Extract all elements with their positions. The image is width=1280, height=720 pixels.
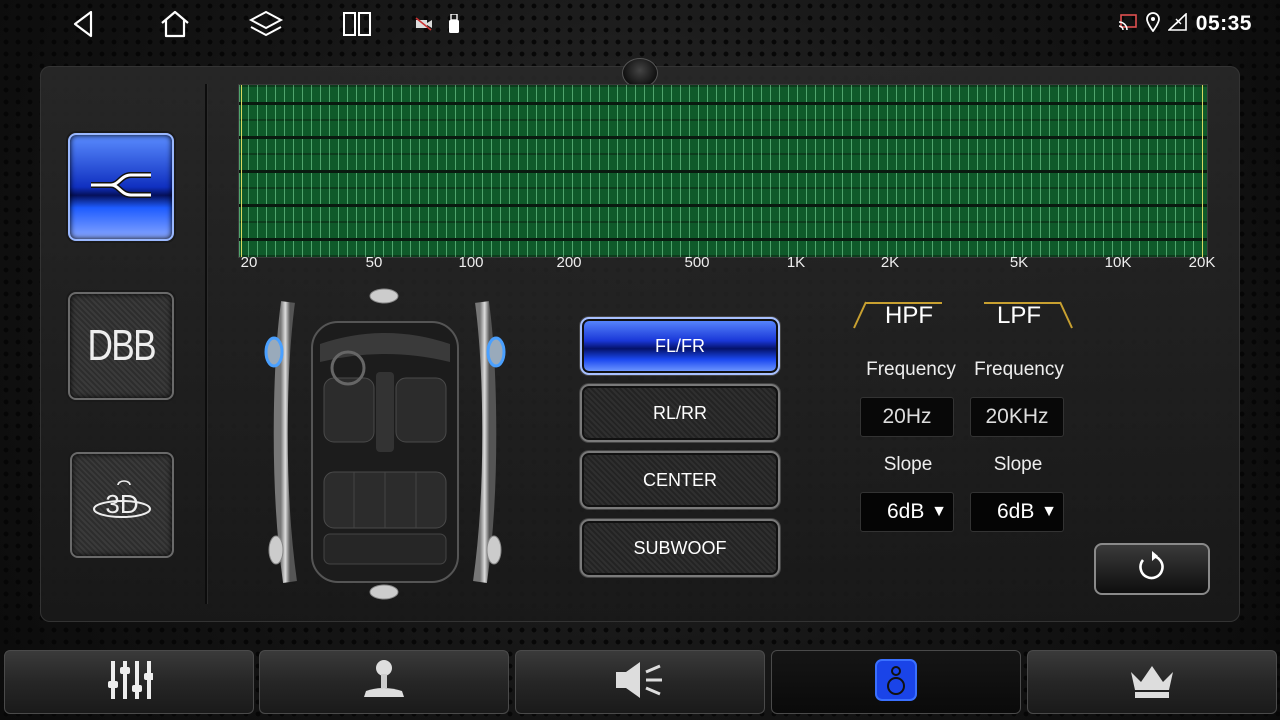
- equalizer-sliders-icon: [105, 659, 154, 706]
- hpf-marker-line: [241, 85, 242, 257]
- home-icon[interactable]: [153, 6, 197, 42]
- graph-gridline: [239, 102, 1207, 105]
- hpf-frequency-value[interactable]: 20Hz: [860, 397, 954, 437]
- crossover-icon: [89, 165, 153, 210]
- graph-gridline: [239, 204, 1207, 207]
- graph-gridline: [239, 170, 1207, 173]
- reset-button[interactable]: [1094, 543, 1210, 595]
- layers-icon[interactable]: [244, 6, 288, 42]
- camera-off-icon: [412, 6, 436, 42]
- lpf-frequency-label: Frequency: [974, 359, 1064, 380]
- crown-icon: [1127, 660, 1177, 705]
- freq-label-200: 200: [556, 254, 582, 271]
- signal-icon: [1166, 11, 1188, 36]
- hpf-slope-label: Slope: [883, 454, 933, 475]
- frequency-graph: [238, 84, 1208, 258]
- dbb-label: DBB: [87, 321, 156, 370]
- crossover-button[interactable]: [68, 133, 174, 241]
- panel-divider: [205, 84, 207, 604]
- clock: 05:35: [1195, 12, 1252, 35]
- reset-icon: [1135, 550, 1169, 589]
- split-screen-icon[interactable]: [335, 6, 379, 42]
- lpf-slope-select[interactable]: 6dB ▼: [970, 492, 1064, 532]
- back-icon[interactable]: [62, 6, 106, 42]
- freq-label-20: 20: [240, 254, 258, 271]
- status-bar: 05:35: [0, 0, 1280, 48]
- tab-volume[interactable]: [515, 650, 765, 714]
- channel-rl-rr-button[interactable]: RL/RR: [580, 384, 780, 442]
- car-speaker-diagram: [250, 282, 520, 606]
- dropdown-arrow-icon: ▼: [931, 503, 947, 520]
- tab-premium[interactable]: [1027, 650, 1277, 714]
- channel-center-button[interactable]: CENTER: [580, 451, 780, 509]
- joystick-balance-icon: [360, 659, 408, 706]
- freq-label-10k: 10K: [1104, 254, 1132, 271]
- 3d-sound-icon: 3D: [90, 479, 154, 532]
- hpf-slope-value: 6dB: [887, 500, 925, 523]
- freq-label-50: 50: [365, 254, 383, 271]
- cast-icon: [1118, 13, 1138, 36]
- 3d-sound-button[interactable]: 3D: [70, 452, 174, 558]
- freq-label-20k: 20K: [1188, 254, 1216, 271]
- speaker-setting-icon: [873, 657, 919, 708]
- freq-label-100: 100: [458, 254, 484, 271]
- lpf-marker-line: [1202, 85, 1203, 257]
- lpf-frequency-value[interactable]: 20KHz: [970, 397, 1064, 437]
- tab-speaker-setting[interactable]: [771, 650, 1021, 714]
- usb-icon: [442, 6, 466, 42]
- freq-label-1k: 1K: [786, 254, 806, 271]
- dropdown-arrow-icon: ▼: [1041, 503, 1057, 520]
- tab-equalizer[interactable]: [4, 650, 254, 714]
- speaker-volume-icon: [614, 660, 666, 705]
- channel-subwoof-button[interactable]: SUBWOOF: [580, 519, 780, 577]
- freq-label-2k: 2K: [880, 254, 900, 271]
- lpf-slope-label: Slope: [993, 454, 1043, 475]
- freq-label-500: 500: [684, 254, 710, 271]
- tab-balance[interactable]: [259, 650, 509, 714]
- hpf-tab[interactable]: HPF: [864, 300, 954, 330]
- channel-fl-fr-button[interactable]: FL/FR: [580, 317, 780, 375]
- location-icon: [1145, 11, 1160, 37]
- lpf-slope-value: 6dB: [997, 500, 1035, 523]
- dbb-button[interactable]: DBB: [68, 292, 174, 400]
- svg-text:3D: 3D: [105, 489, 138, 519]
- graph-gridline: [239, 238, 1207, 241]
- freq-label-5k: 5K: [1009, 254, 1029, 271]
- graph-gridline: [239, 136, 1207, 139]
- hpf-slope-select[interactable]: 6dB ▼: [860, 492, 954, 532]
- hpf-frequency-label: Frequency: [866, 359, 956, 380]
- lpf-tab[interactable]: LPF: [974, 300, 1064, 330]
